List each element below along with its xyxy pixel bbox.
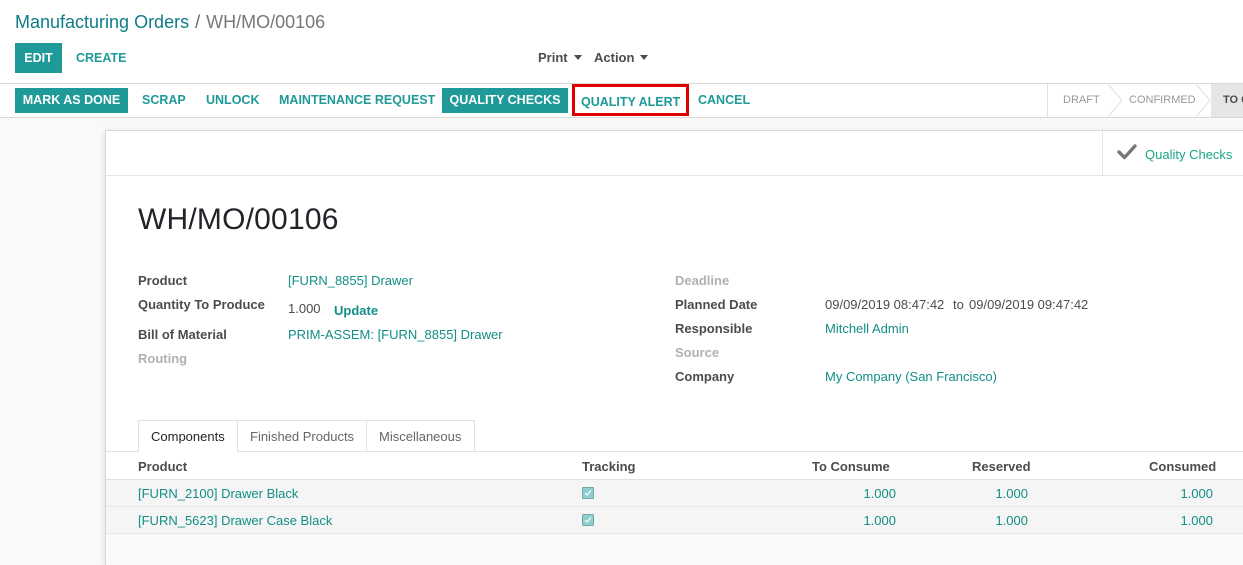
quality-checks-button[interactable]: QUALITY CHECKS — [442, 88, 568, 113]
print-dropdown-label: Print — [538, 50, 568, 65]
breadcrumb-separator: / — [195, 12, 201, 32]
tab-finished-products[interactable]: Finished Products — [237, 420, 367, 452]
scrap-button[interactable]: SCRAP — [132, 88, 196, 113]
breadcrumb: Manufacturing Orders / WH/MO/00106 — [15, 11, 325, 33]
form-sheet: Quality Checks WH/MO/00106 Product [FURN… — [105, 130, 1243, 565]
breadcrumb-parent-link[interactable]: Manufacturing Orders — [15, 12, 189, 32]
row-to-consume: 1.000 — [863, 513, 896, 528]
quality-checks-smart-button[interactable]: Quality Checks — [1102, 131, 1243, 176]
column-header-consumed[interactable]: Consumed — [1149, 459, 1216, 474]
print-dropdown[interactable]: Print — [538, 43, 582, 73]
product-label: Product — [138, 273, 188, 288]
check-icon — [1117, 143, 1137, 164]
table-row[interactable]: [FURN_5623] Drawer Case Black 1.000 1.00… — [106, 507, 1243, 534]
column-header-product[interactable]: Product — [138, 459, 187, 474]
source-label: Source — [675, 345, 720, 360]
planned-date-start: 09/09/2019 08:47:42 — [825, 297, 945, 312]
planned-date-label: Planned Date — [675, 297, 758, 312]
quality-alert-button[interactable]: QUALITY ALERT — [572, 84, 690, 116]
tab-components[interactable]: Components — [138, 420, 238, 452]
state-current[interactable]: TO C — [1211, 84, 1243, 117]
column-header-reserved[interactable]: Reserved — [972, 459, 1031, 474]
responsible-label: Responsible — [675, 321, 753, 336]
state-arrow-separator — [1107, 84, 1123, 117]
company-link[interactable]: My Company (San Francisco) — [825, 369, 997, 384]
action-dropdown[interactable]: Action — [594, 43, 649, 73]
control-panel: Manufacturing Orders / WH/MO/00106 EDIT CR… — [0, 0, 1243, 84]
state-arrow-separator — [1195, 84, 1211, 117]
caret-down-icon — [573, 54, 582, 60]
create-button[interactable]: CREATE — [68, 43, 134, 73]
statusbar: MARK AS DONE SCRAP UNLOCK MAINTENANCE RE… — [0, 84, 1243, 118]
row-product[interactable]: [FURN_2100] Drawer Black — [138, 486, 298, 501]
product-value-link[interactable]: [FURN_8855] Drawer — [288, 273, 413, 288]
bill-of-material-label: Bill of Material — [138, 327, 227, 342]
breadcrumb-current: WH/MO/00106 — [206, 12, 326, 32]
deadline-label: Deadline — [675, 273, 730, 288]
mark-as-done-button[interactable]: MARK AS DONE — [15, 88, 128, 113]
responsible-link[interactable]: Mitchell Admin — [825, 321, 909, 336]
routing-label: Routing — [138, 351, 188, 366]
status-pipeline: DRAFT CONFIRMED TO C — [1047, 84, 1243, 117]
bill-of-material-link[interactable]: PRIM-ASSEM: [FURN_8855] Drawer — [288, 327, 503, 342]
planned-date-end: 09/09/2019 09:47:42 — [969, 297, 1089, 312]
company-label: Company — [675, 369, 735, 384]
column-header-to-consume[interactable]: To Consume — [812, 459, 890, 474]
tracking-checkbox — [582, 514, 594, 526]
cancel-button[interactable]: CANCEL — [688, 88, 760, 113]
row-consumed: 1.000 — [1180, 486, 1213, 501]
quality-checks-smart-label: Quality Checks — [1145, 147, 1233, 162]
edit-button[interactable]: EDIT — [15, 43, 62, 73]
table-footer-area — [106, 534, 1243, 565]
smart-button-box: Quality Checks — [106, 131, 1243, 176]
record-title: WH/MO/00106 — [138, 203, 339, 236]
quantity-to-produce-label: Quantity To Produce — [138, 297, 265, 312]
table-row[interactable]: [FURN_2100] Drawer Black 1.000 1.000 1.0… — [106, 480, 1243, 507]
row-consumed: 1.000 — [1180, 513, 1213, 528]
state-confirmed[interactable]: CONFIRMED — [1129, 84, 1196, 117]
row-reserved: 1.000 — [995, 513, 1028, 528]
row-to-consume: 1.000 — [863, 486, 896, 501]
row-reserved: 1.000 — [995, 486, 1028, 501]
update-quantity-button[interactable]: Update — [334, 303, 378, 318]
tracking-checkbox — [582, 487, 594, 499]
tab-miscellaneous[interactable]: Miscellaneous — [366, 420, 475, 452]
maintenance-request-button[interactable]: MAINTENANCE REQUEST — [269, 88, 445, 113]
table-header: Product Tracking To Consume Reserved Con… — [106, 452, 1243, 480]
quantity-to-produce-value: 1.000 — [288, 301, 321, 316]
unlock-button[interactable]: UNLOCK — [196, 88, 269, 113]
caret-down-icon — [640, 54, 649, 60]
state-draft[interactable]: DRAFT — [1063, 84, 1100, 117]
action-dropdown-label: Action — [594, 50, 635, 65]
row-product[interactable]: [FURN_5623] Drawer Case Black — [138, 513, 332, 528]
column-header-tracking[interactable]: Tracking — [582, 459, 635, 474]
planned-date-to-word: to — [953, 297, 964, 312]
